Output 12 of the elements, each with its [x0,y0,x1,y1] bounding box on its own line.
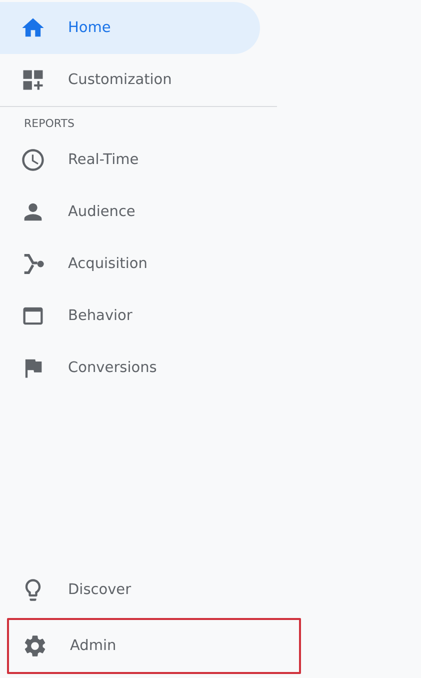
nav-item[interactable]: Audience [0,186,260,238]
nav-item[interactable]: Conversions [0,342,260,394]
clock-icon [20,147,46,173]
nav-item[interactable]: Customization [0,54,260,106]
nav-item[interactable]: Home [0,2,260,54]
nav-item[interactable]: Real-Time [0,134,260,186]
nav-item[interactable]: Behavior [0,290,260,342]
nav-item[interactable]: Acquisition [0,238,260,290]
settings-icon [22,633,48,659]
nav-item[interactable]: Discover [0,564,260,616]
section-heading: REPORTS [23,116,76,132]
nav-item[interactable]: Admin [7,618,301,674]
